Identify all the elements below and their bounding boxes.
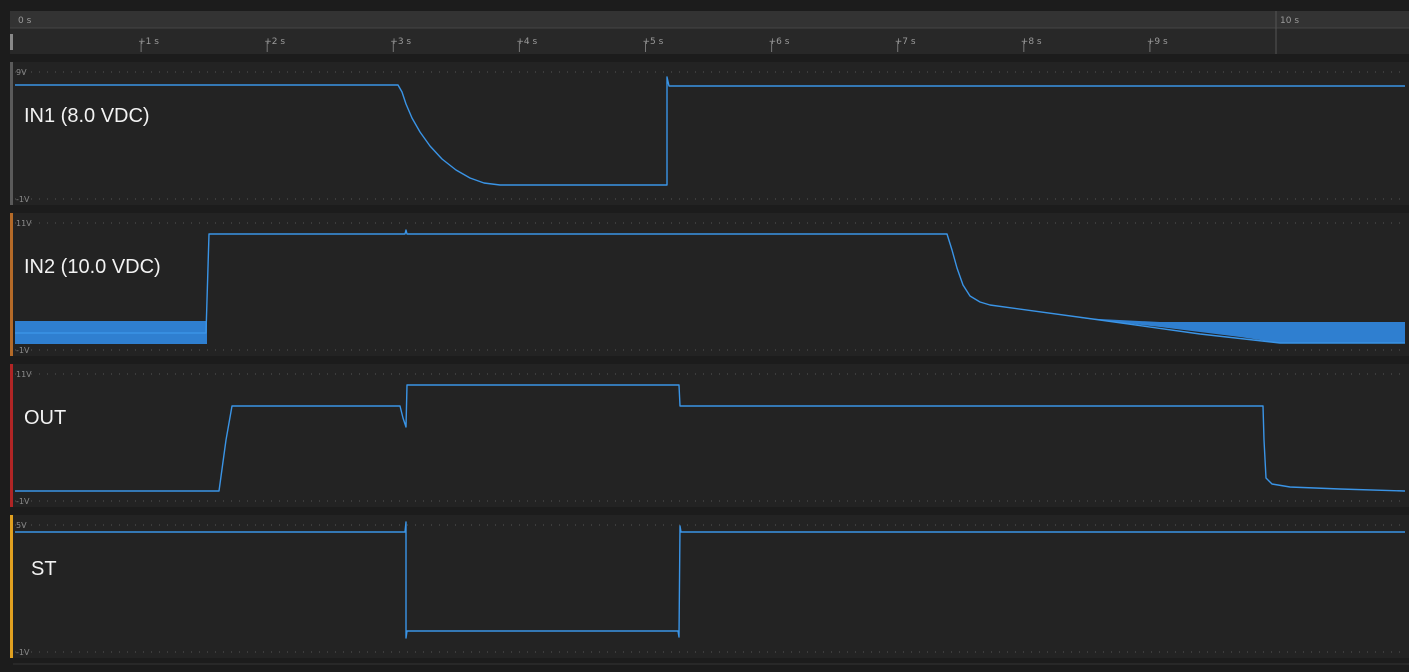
channel-st[interactable]: 5V -1V ST bbox=[10, 515, 1409, 658]
channel-panel bbox=[13, 364, 1409, 507]
channel-in1[interactable]: 9V -1V IN1 (8.0 VDC) bbox=[10, 62, 1409, 205]
channel-label: IN1 (8.0 VDC) bbox=[24, 105, 150, 127]
ruler-tick-label: +6 s bbox=[769, 37, 790, 47]
ruler-tick-label: +8 s bbox=[1021, 37, 1042, 47]
channel-panel bbox=[13, 515, 1409, 658]
scale-top-label: 5V bbox=[16, 521, 27, 530]
channel-panel bbox=[13, 62, 1409, 205]
scale-top-label: 9V bbox=[16, 68, 27, 77]
ruler-bottom-band bbox=[10, 28, 1409, 54]
ruler-tick-label: +1 s bbox=[138, 37, 159, 47]
scale-bottom-label: -1V bbox=[16, 497, 30, 506]
scale-bottom-label: -1V bbox=[16, 346, 30, 355]
scale-bottom-label: -1V bbox=[16, 648, 30, 657]
ruler-tick-label: +7 s bbox=[895, 37, 916, 47]
scale-top-label: 11V bbox=[16, 219, 32, 228]
ruler-top-band bbox=[10, 11, 1409, 28]
ruler-tick-label: +3 s bbox=[390, 37, 411, 47]
ruler-tick-label: +2 s bbox=[264, 37, 285, 47]
channel-label: IN2 (10.0 VDC) bbox=[24, 256, 161, 278]
ruler-tick-label: +4 s bbox=[516, 37, 537, 47]
scale-top-label: 11V bbox=[16, 370, 32, 379]
scale-bottom-label: -1V bbox=[16, 195, 30, 204]
channel-label: ST bbox=[31, 558, 57, 580]
ruler-end-label: 10 s bbox=[1280, 16, 1299, 26]
channel-color-tab[interactable] bbox=[10, 515, 13, 658]
channel-in2[interactable]: 11V -1V IN2 (10.0 VDC) bbox=[10, 213, 1409, 356]
channel-label: OUT bbox=[24, 407, 66, 429]
ruler-tick-label: +9 s bbox=[1147, 37, 1168, 47]
logic-analyzer-window: 0 s 10 s +1 s +2 s +3 s +4 s +5 s +6 s +7 s +8 … bbox=[0, 0, 1409, 672]
ruler-start-label: 0 s bbox=[18, 16, 32, 26]
waveform-canvas[interactable]: 0 s 10 s +1 s +2 s +3 s +4 s +5 s +6 s +7 s +8 … bbox=[0, 0, 1409, 672]
ruler-left-handle[interactable] bbox=[10, 34, 13, 50]
ruler-tick-label: +5 s bbox=[643, 37, 664, 47]
time-ruler[interactable]: 0 s 10 s +1 s +2 s +3 s +4 s +5 s +6 s +7 s +8 … bbox=[10, 11, 1409, 54]
channel-color-tab[interactable] bbox=[10, 62, 13, 205]
channel-out[interactable]: 11V -1V OUT bbox=[10, 364, 1409, 507]
channel-color-tab[interactable] bbox=[10, 364, 13, 507]
channel-color-tab[interactable] bbox=[10, 213, 13, 356]
